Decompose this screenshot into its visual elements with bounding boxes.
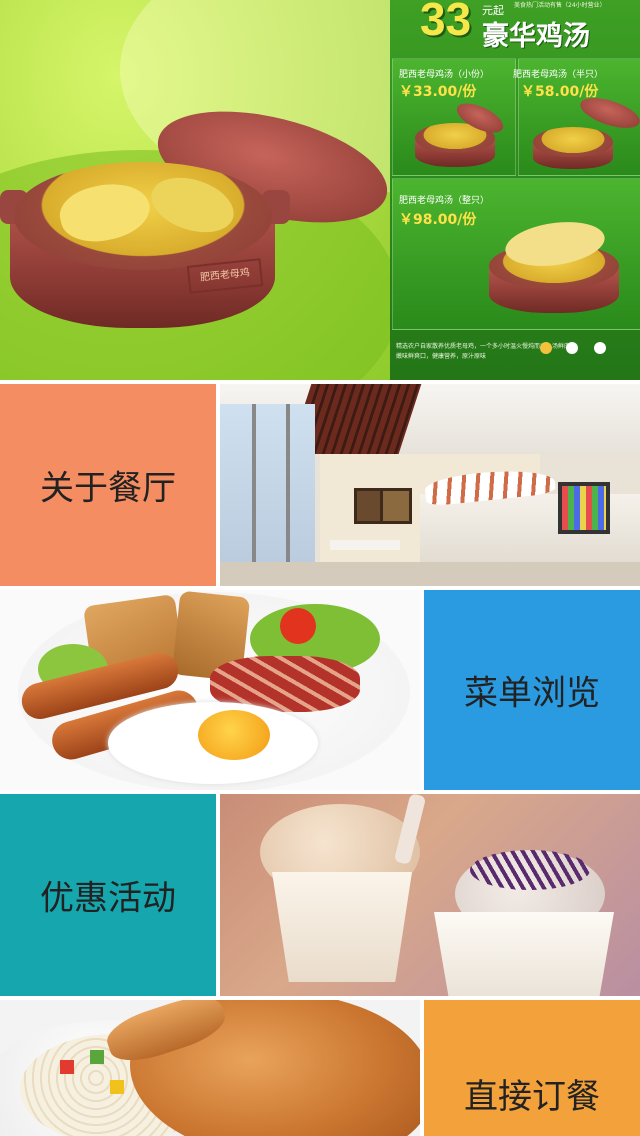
headline-number: 33 [420,0,472,45]
breakfast-plate-image[interactable] [0,590,420,790]
diced-pepper [60,1060,74,1074]
promo-banner[interactable]: 肥西老母鸡 33 元起 豪华鸡汤 美食热门活动有售（24小时营业） 肥西老母鸡汤… [0,0,640,380]
ice-cream-cup [272,872,412,982]
tv-screen [558,482,610,534]
product-name: 肥西老母鸡汤（小份） [399,70,490,80]
product-name: 肥西老母鸡汤（整只） [399,196,490,206]
product-card-whole[interactable]: 肥西老母鸡汤（整只） ￥98.00/份 [392,178,640,330]
floor [220,562,640,586]
wall-picture [380,488,412,524]
table [330,540,400,550]
ice-cream-image[interactable] [220,794,640,996]
chocolate-sprinkles [470,850,590,890]
product-card-half[interactable]: 肥西老母鸡汤（半只） ￥58.00/份 [513,58,640,176]
tile-order-now[interactable]: 直接订餐 [424,1000,640,1136]
window-frame [286,404,290,586]
diced-pepper [110,1080,124,1094]
headline-title: 豪华鸡汤 [482,21,590,52]
pot-soup [533,127,613,157]
carousel-dot[interactable] [594,342,606,354]
price-panel: 33 元起 豪华鸡汤 美食热门活动有售（24小时营业） 肥西老母鸡汤（小份） ￥… [390,0,640,380]
tile-promotions[interactable]: 优惠活动 [0,794,216,996]
tile-label: 关于餐厅 [40,468,176,509]
tile-about-restaurant[interactable]: 关于餐厅 [0,384,216,586]
product-card-small[interactable]: 肥西老母鸡汤（小份） ￥33.00/份 [392,58,516,176]
diced-pepper [90,1050,104,1064]
window [220,404,315,586]
tile-label: 直接订餐 [464,1077,600,1117]
ice-cream-cup [434,912,614,996]
product-price: ￥98.00/份 [399,212,477,228]
carousel-dot[interactable] [566,342,578,354]
tomato [280,608,316,644]
product-name: 肥西老母鸡汤（半只） [513,70,604,80]
roast-chicken-image[interactable] [0,1000,420,1136]
carousel-dot-active[interactable] [540,342,552,354]
tile-label: 菜单浏览 [464,673,600,714]
window-frame [252,404,256,586]
banner-hero-image: 肥西老母鸡 [0,0,390,380]
small-note: 美食热门活动有售（24小时营业） [514,2,606,9]
tile-label: 优惠活动 [40,878,176,919]
restaurant-interior-image[interactable] [220,384,640,586]
product-price: ￥33.00/份 [399,84,477,100]
egg-yolk [198,710,270,760]
tile-browse-menu[interactable]: 菜单浏览 [424,590,640,790]
